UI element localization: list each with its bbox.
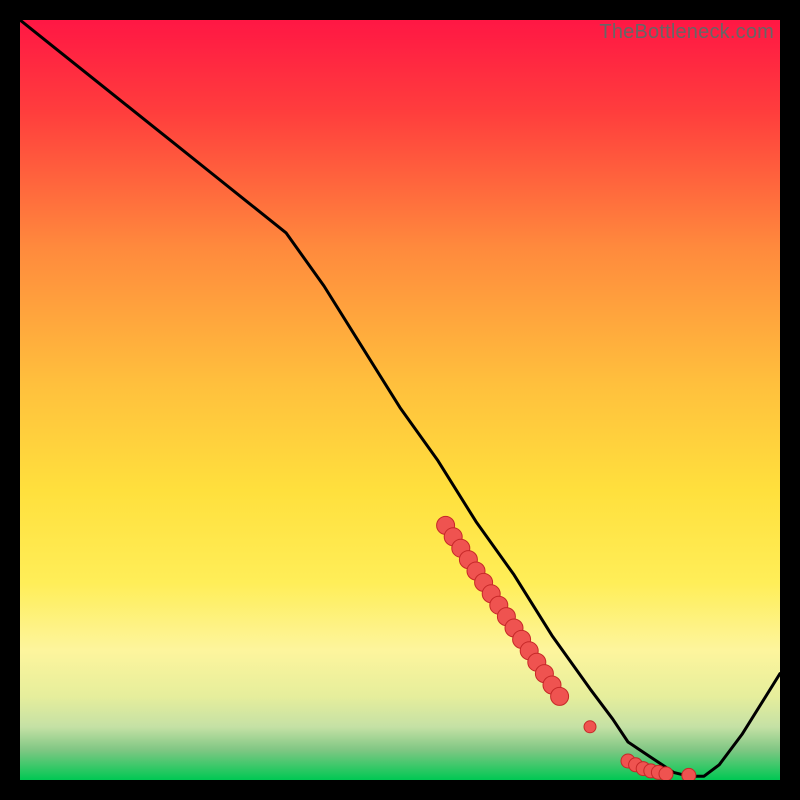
chart-frame: TheBottleneck.com	[20, 20, 780, 780]
highlight-dot	[551, 687, 569, 705]
gradient-background	[20, 20, 780, 780]
chart-svg	[20, 20, 780, 780]
highlight-dot	[659, 767, 673, 780]
highlight-dot	[584, 721, 596, 733]
highlight-dot	[682, 768, 696, 780]
